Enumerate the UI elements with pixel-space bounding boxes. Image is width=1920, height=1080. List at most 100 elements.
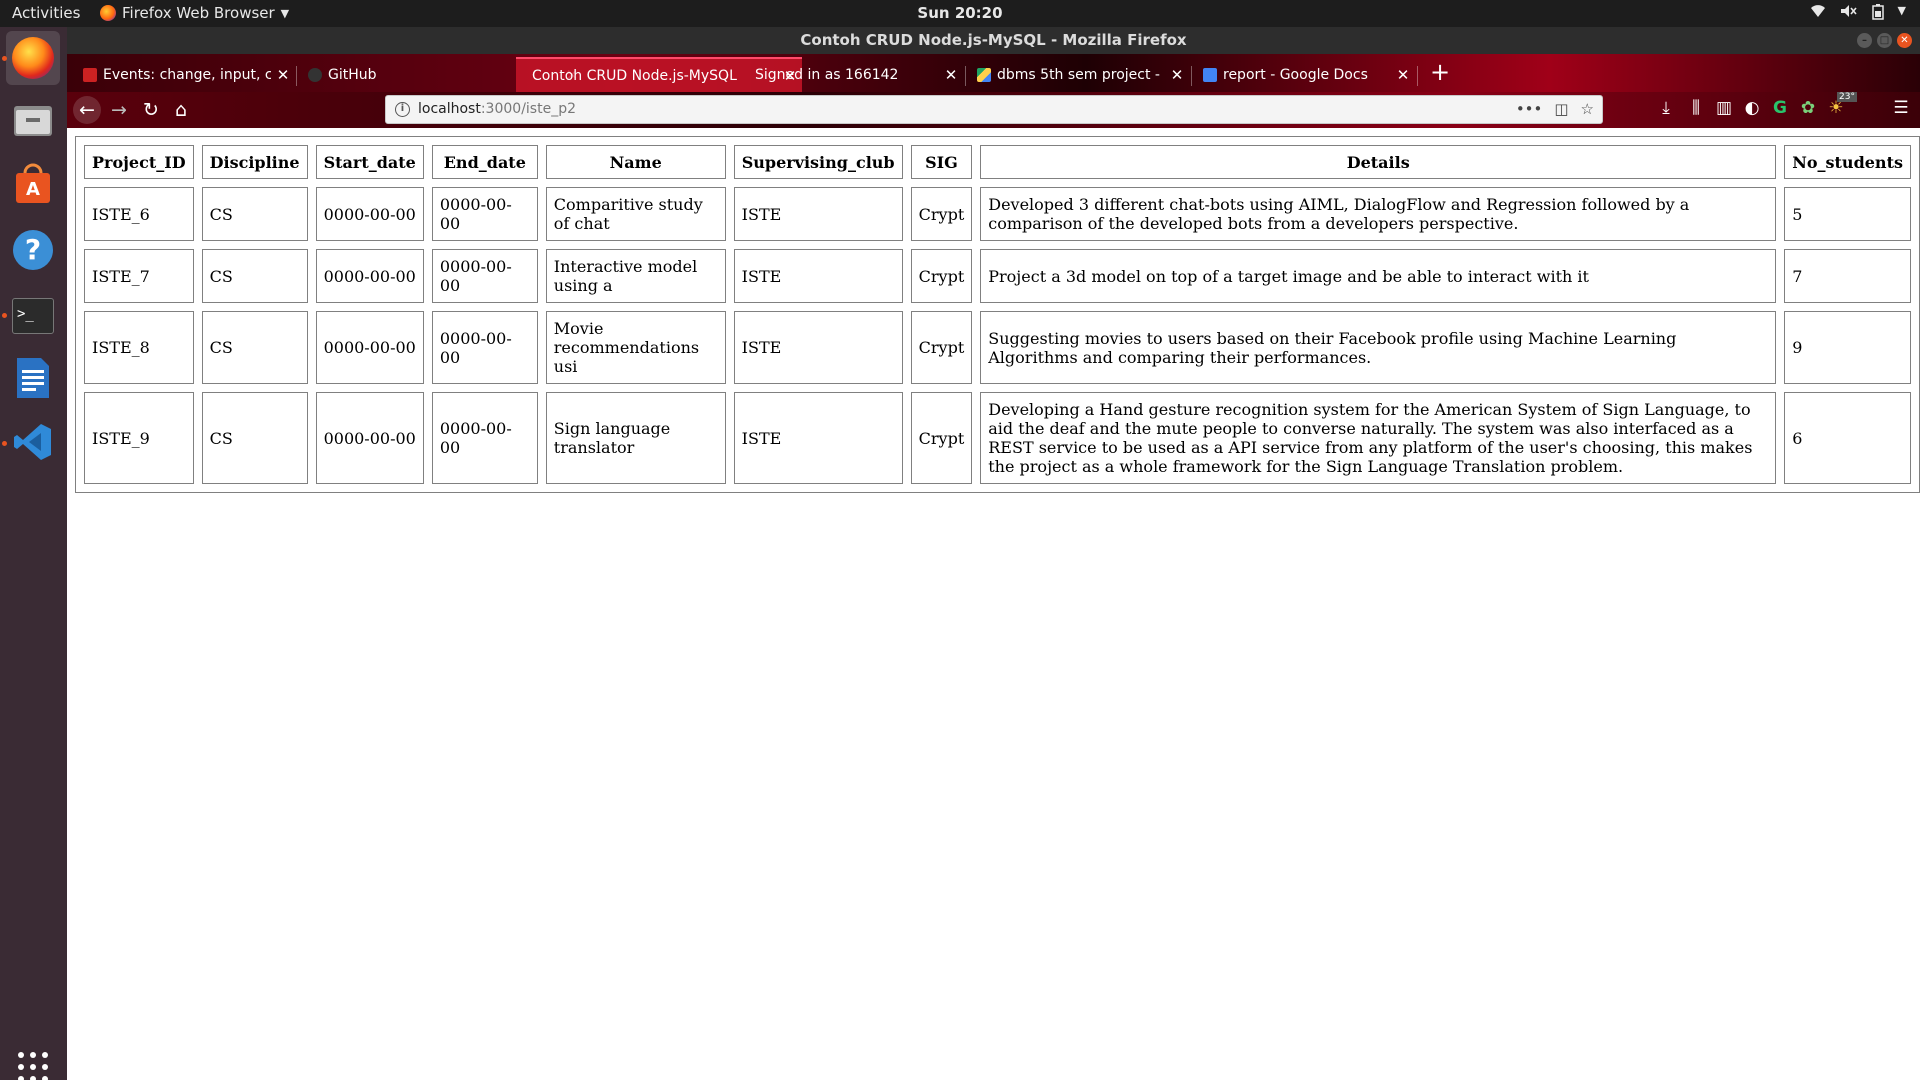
menu-icon[interactable]: ☰ (1889, 98, 1913, 118)
cell-project-id: ISTE_9 (84, 392, 194, 484)
column-header: Discipline (201, 145, 308, 179)
github-favicon-icon (308, 67, 322, 82)
app-menu[interactable]: Firefox Web Browser ▼ (100, 4, 289, 22)
close-tab-icon[interactable]: ✕ (1165, 66, 1189, 84)
cell-sig: Crypt (910, 187, 973, 241)
cell-start-date: 0000-00-00 (315, 249, 424, 303)
files-icon (12, 100, 54, 144)
cell-sig: Crypt (910, 392, 973, 484)
app-grid-icon (17, 1051, 49, 1080)
url-host: localhost (418, 101, 481, 117)
cell-end-date: 0000-00-00 (431, 311, 538, 384)
cell-no-students: 9 (1784, 311, 1911, 384)
dock-help[interactable]: ? (6, 223, 60, 277)
close-tab-icon[interactable]: ✕ (271, 66, 295, 84)
tab-strip: Events: change, input, cu ✕ GitHub ✕ Con… (67, 54, 1920, 92)
battery-icon (1871, 4, 1884, 24)
column-header: Project_ID (84, 145, 194, 179)
google-drive-icon (977, 67, 991, 82)
dock-show-apps[interactable] (6, 1042, 60, 1080)
tab-label: report - Google Docs (1223, 66, 1368, 83)
cell-end-date: 0000-00-00 (431, 392, 538, 484)
tab-separator (965, 66, 966, 86)
dock-files[interactable] (6, 95, 60, 149)
tab-label: Signed in as 166142 (755, 66, 899, 83)
cell-start-date: 0000-00-00 (315, 392, 424, 484)
wifi-icon (1810, 4, 1826, 24)
window-title-bar[interactable]: Contoh CRUD Node.js-MySQL - Mozilla Fire… (67, 27, 1920, 54)
tab-separator (1417, 66, 1418, 86)
column-header: SIG (910, 145, 973, 179)
cell-details: Developed 3 different chat-bots using AI… (980, 187, 1777, 241)
dock-vscode[interactable] (6, 417, 60, 471)
cell-details: Suggesting movies to users based on thei… (980, 311, 1777, 384)
help-icon: ? (13, 230, 53, 270)
chevron-down-icon: ▼ (280, 6, 290, 20)
cell-name: Interactive model using a (545, 249, 726, 303)
activities-button[interactable]: Activities (12, 4, 80, 22)
column-header: Details (980, 145, 1777, 179)
system-tray[interactable]: ▼ (1810, 4, 1906, 24)
cell-no-students: 7 (1784, 249, 1911, 303)
grammarly-icon[interactable]: G (1768, 98, 1792, 118)
cell-project-id: ISTE_8 (84, 311, 194, 384)
close-tab-icon[interactable]: ✕ (1391, 66, 1415, 84)
downloads-icon[interactable]: ⤓ (1654, 98, 1678, 118)
cell-no-students: 5 (1784, 187, 1911, 241)
cell-project-id: ISTE_6 (84, 187, 194, 241)
forward-button[interactable]: → (105, 96, 133, 124)
new-tab-button[interactable]: + (1425, 58, 1455, 86)
clock[interactable]: Sun 20:20 (917, 4, 1002, 22)
software-center-icon: A (13, 163, 53, 209)
reload-button[interactable]: ↻ (137, 96, 165, 124)
tab-signed-in[interactable]: Signed in as 166142 ✕ (739, 57, 963, 92)
column-header: Start_date (315, 145, 424, 179)
volume-icon (1840, 4, 1858, 24)
site-info-icon[interactable]: i (395, 102, 410, 117)
cell-supervising-club: ISTE (733, 311, 903, 384)
dock-firefox[interactable] (6, 31, 60, 85)
minimize-button[interactable]: – (1857, 33, 1872, 48)
gnome-top-bar: Activities Firefox Web Browser ▼ Sun 20:… (0, 0, 1920, 27)
bookmark-star-icon[interactable]: ☆ (1581, 100, 1594, 118)
cell-supervising-club: ISTE (733, 249, 903, 303)
url-bar[interactable]: i localhost:3000/iste_p2 ••• ◫ ☆ (385, 95, 1603, 124)
cell-discipline: CS (201, 311, 308, 384)
close-window-button[interactable]: ✕ (1897, 33, 1912, 48)
running-indicator (2, 56, 7, 61)
maximize-button[interactable]: □ (1877, 33, 1892, 48)
extension-green-icon[interactable]: ✿ (1796, 98, 1820, 118)
navigation-toolbar: ← → ↻ ⌂ i localhost:3000/iste_p2 ••• ◫ ☆… (67, 92, 1920, 128)
table-row: ISTE_7 CS 0000-00-00 0000-00-00 Interact… (84, 249, 1911, 303)
home-button[interactable]: ⌂ (167, 96, 195, 124)
cell-discipline: CS (201, 392, 308, 484)
extension-icon[interactable]: ◐ (1740, 98, 1764, 118)
cell-supervising-club: ISTE (733, 187, 903, 241)
running-indicator (2, 441, 7, 446)
cell-start-date: 0000-00-00 (315, 311, 424, 384)
projects-table: Project_ID Discipline Start_date End_dat… (75, 136, 1920, 493)
table-header-row: Project_ID Discipline Start_date End_dat… (84, 145, 1911, 179)
cell-sig: Crypt (910, 249, 973, 303)
url-path: :3000/iste_p2 (480, 101, 576, 117)
google-docs-icon (1203, 67, 1217, 82)
page-actions-icon[interactable]: ••• (1516, 100, 1543, 118)
close-tab-icon[interactable]: ✕ (939, 66, 963, 84)
sidebar-icon[interactable]: ▥ (1712, 98, 1736, 118)
back-button[interactable]: ← (73, 96, 101, 124)
pocket-icon[interactable]: ◫ (1554, 100, 1568, 118)
cell-name: Sign language translator (545, 392, 726, 484)
cell-project-id: ISTE_7 (84, 249, 194, 303)
cell-end-date: 0000-00-00 (431, 249, 538, 303)
dock-writer[interactable] (6, 353, 60, 407)
dock-software-center[interactable]: A (6, 159, 60, 213)
tab-events[interactable]: Events: change, input, cu ✕ (73, 57, 295, 92)
tab-report-docs[interactable]: report - Google Docs ✕ (1193, 57, 1415, 92)
url-text[interactable]: localhost:3000/iste_p2 (418, 101, 576, 117)
tab-dbms-drive[interactable]: dbms 5th sem project - G ✕ (967, 57, 1189, 92)
tab-separator (1191, 66, 1192, 86)
tab-label: dbms 5th sem project - G (997, 66, 1165, 83)
dock-terminal[interactable]: >_ (6, 289, 60, 343)
library-icon[interactable]: ⫼ (1684, 98, 1708, 118)
ubuntu-dock: A ? >_ (0, 27, 67, 1080)
